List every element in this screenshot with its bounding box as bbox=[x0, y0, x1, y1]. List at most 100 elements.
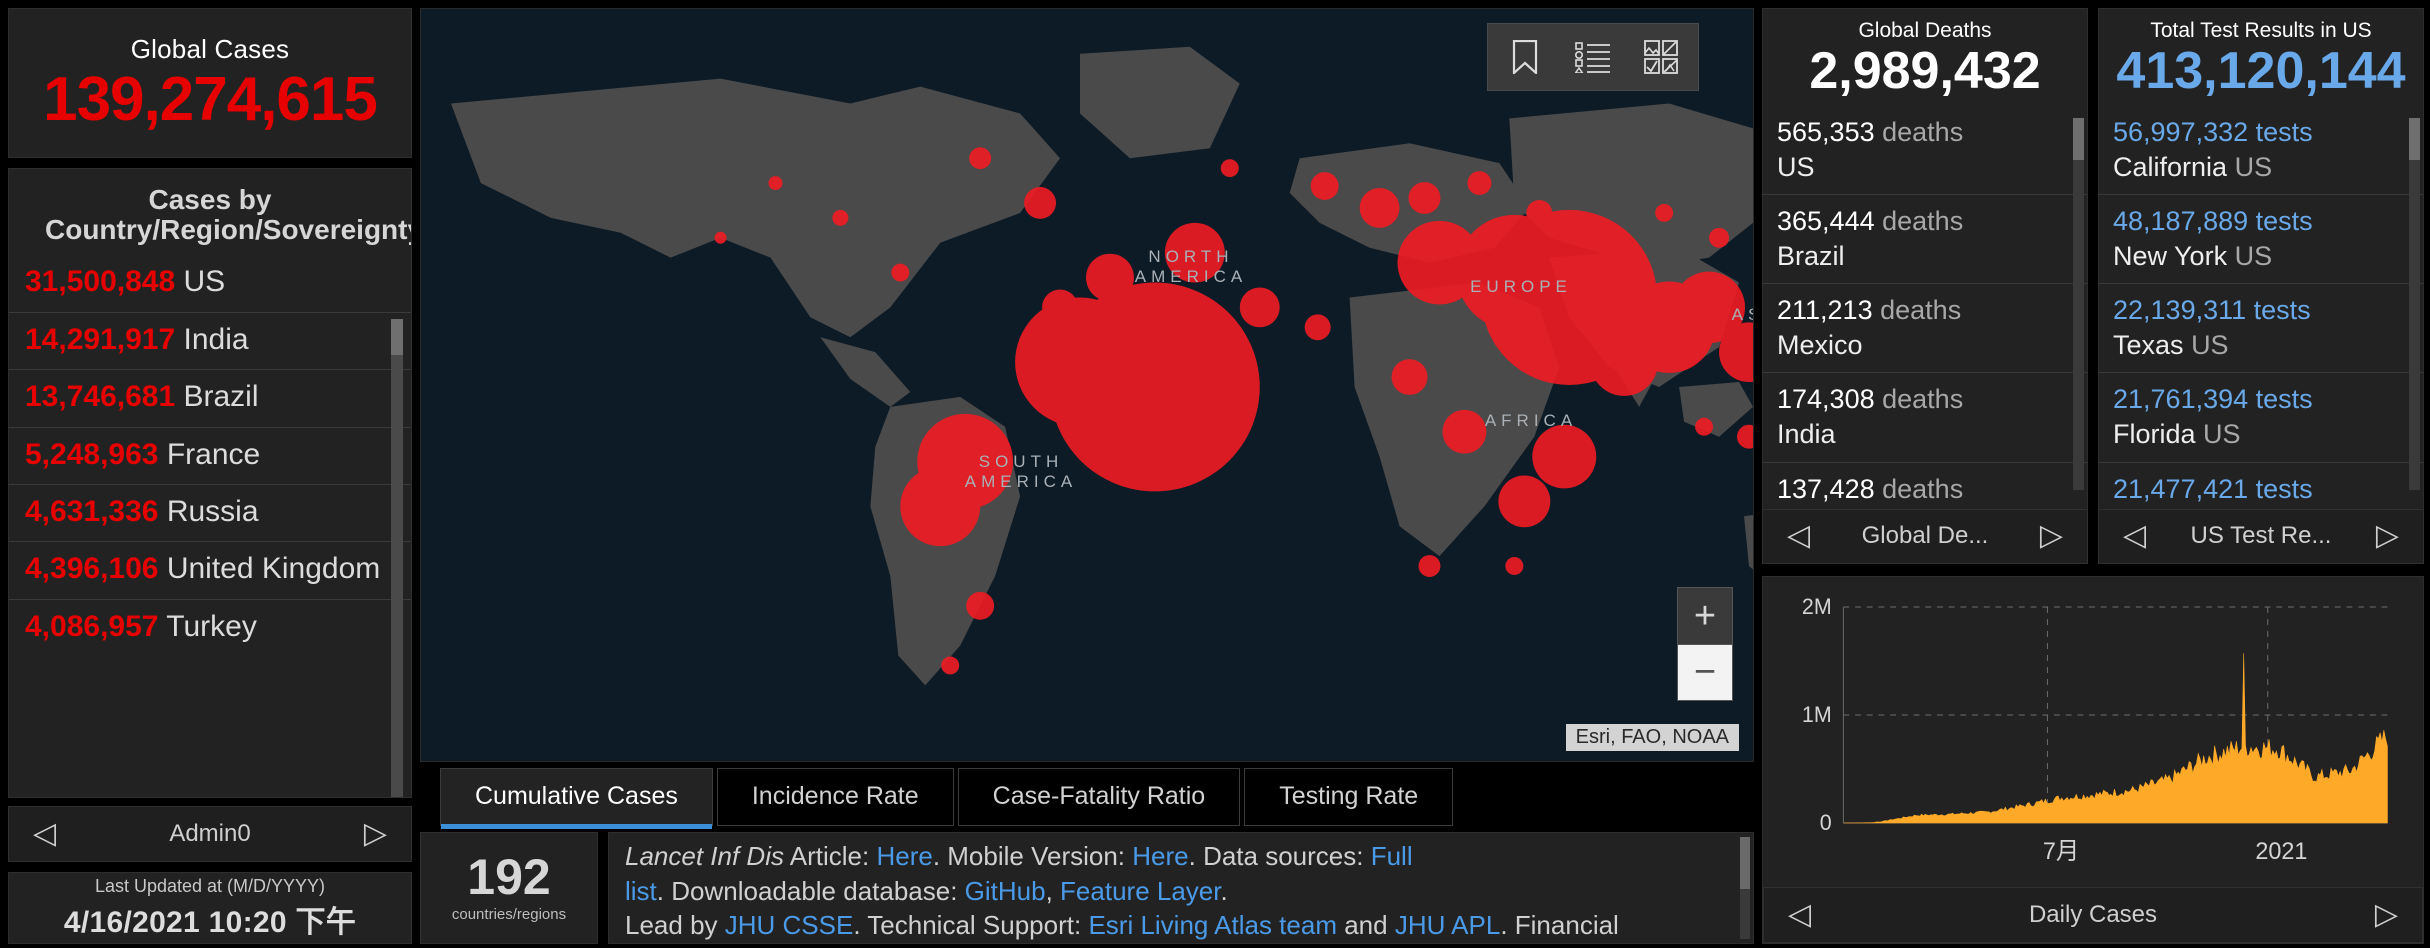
death-count: 565,353 bbox=[1777, 117, 1875, 148]
case-count: 14,291,917 bbox=[25, 322, 176, 356]
list-item[interactable]: 565,353 deaths US bbox=[1763, 106, 2087, 196]
list-item[interactable]: 365,444 deaths Brazil bbox=[1763, 195, 2087, 285]
chevron-right-icon[interactable]: ▷ bbox=[364, 819, 387, 849]
credits-scrollbar[interactable] bbox=[1740, 836, 1750, 939]
us-tests-list[interactable]: 56,997,332 tests California US 48,187,88… bbox=[2099, 106, 2423, 510]
list-item[interactable]: 4,086,957 Turkey bbox=[9, 600, 411, 656]
link-jhu-apl[interactable]: JHU APL bbox=[1395, 910, 1501, 940]
credits-text: , bbox=[1045, 875, 1061, 906]
unit-label: tests bbox=[2255, 117, 2313, 148]
daily-cases-pager: ◁ Daily Cases ▷ bbox=[1763, 887, 2423, 943]
us-tests-column: Total Test Results in US 413,120,144 56,… bbox=[2098, 8, 2424, 564]
bookmarks-button[interactable] bbox=[1498, 30, 1552, 84]
lancet-title: Lancet Inf Dis bbox=[625, 840, 784, 871]
deaths-list-scrollbar[interactable] bbox=[2073, 118, 2084, 490]
svg-text:0: 0 bbox=[1820, 810, 1832, 835]
chevron-right-icon[interactable]: ▷ bbox=[2376, 521, 2399, 551]
list-item[interactable]: 21,477,421 tests bbox=[2099, 463, 2423, 510]
chevron-right-icon[interactable]: ▷ bbox=[2375, 900, 2398, 930]
scrollbar-thumb[interactable] bbox=[2409, 118, 2420, 160]
link-list[interactable]: list bbox=[625, 876, 657, 906]
list-item[interactable]: 211,213 deaths Mexico bbox=[1763, 284, 2087, 374]
unit-label: deaths bbox=[1882, 473, 1964, 504]
test-count: 56,997,332 bbox=[2113, 117, 2249, 148]
link-esri-living-atlas[interactable]: Esri Living Atlas team bbox=[1088, 910, 1337, 940]
tab-case-fatality-ratio[interactable]: Case-Fatality Ratio bbox=[957, 767, 1241, 826]
daily-cases-chart[interactable]: 0 1M 2M 7月 2021 bbox=[1763, 577, 2423, 889]
chevron-right-icon[interactable]: ▷ bbox=[2040, 521, 2063, 551]
tab-cumulative-cases[interactable]: Cumulative Cases bbox=[440, 767, 713, 829]
country-name: Brazil bbox=[183, 380, 259, 414]
list-item[interactable]: 174,308 deaths India bbox=[1763, 373, 2087, 463]
countries-count-label: countries/regions bbox=[451, 906, 567, 924]
credits-line-1: Lancet Inf Dis Article: Here. Mobile Ver… bbox=[625, 839, 1737, 874]
case-count: 5,248,963 bbox=[25, 437, 159, 471]
tab-testing-rate[interactable]: Testing Rate bbox=[1244, 767, 1454, 826]
credits-panel[interactable]: Lancet Inf Dis Article: Here. Mobile Ver… bbox=[608, 831, 1754, 944]
cases-list-scrollbar[interactable] bbox=[391, 319, 403, 797]
list-item[interactable]: 48,187,889 tests New York US bbox=[2099, 195, 2423, 285]
zoom-in-button[interactable]: + bbox=[1678, 587, 1732, 644]
us-tests-panel: Total Test Results in US 413,120,144 56,… bbox=[2098, 8, 2424, 511]
place-country: US bbox=[2191, 329, 2229, 360]
list-item[interactable]: 4,396,106 United Kingdom bbox=[9, 542, 411, 600]
global-cases-value: 139,274,615 bbox=[43, 64, 378, 134]
chevron-left-icon[interactable]: ◁ bbox=[1788, 900, 1811, 930]
right-sidebar: Global Deaths 2,989,432 565,353 deaths U… bbox=[1762, 8, 2424, 944]
credits-text: . Mobile Version: bbox=[932, 840, 1133, 871]
link-lancet-here[interactable]: Here bbox=[876, 841, 932, 871]
zoom-out-button[interactable]: − bbox=[1678, 643, 1732, 700]
us-tests-title: Total Test Results in US bbox=[2150, 19, 2372, 42]
link-jhu-csse[interactable]: JHU CSSE bbox=[725, 910, 854, 940]
list-item[interactable]: 14,291,917 India bbox=[9, 313, 411, 371]
unit-label: deaths bbox=[1882, 117, 1964, 148]
scrollbar-thumb[interactable] bbox=[391, 319, 403, 355]
link-github[interactable]: GitHub bbox=[965, 876, 1046, 906]
link-feature-layer[interactable]: Feature Layer bbox=[1060, 876, 1220, 906]
list-item[interactable]: 22,139,311 tests Texas US bbox=[2099, 284, 2423, 374]
global-cases-panel: Global Cases 139,274,615 bbox=[8, 8, 412, 158]
credits-text: . Technical Support: bbox=[853, 910, 1089, 941]
list-item[interactable]: 21,761,394 tests Florida US bbox=[2099, 373, 2423, 463]
map-container[interactable]: NORTH AMERICA SOUTH AMERICA EUROPE AFRIC… bbox=[420, 8, 1754, 762]
place-country: US bbox=[2234, 240, 2273, 271]
credits-text: . bbox=[1220, 875, 1228, 906]
global-deaths-list[interactable]: 565,353 deaths US 365,444 deaths Brazil … bbox=[1763, 106, 2087, 510]
country-name: United Kingdom bbox=[166, 552, 381, 586]
scrollbar-thumb[interactable] bbox=[2073, 118, 2084, 160]
unit-label: deaths bbox=[1882, 384, 1964, 415]
pager-label: US Test Re... bbox=[2190, 522, 2332, 550]
basemap-gallery-button[interactable] bbox=[1634, 30, 1688, 84]
last-updated-label: Last Updated at (M/D/YYYY) bbox=[94, 875, 326, 896]
cases-by-list[interactable]: 31,500,848 US 14,291,917 India 13,746,68… bbox=[9, 255, 411, 797]
global-deaths-value: 2,989,432 bbox=[1809, 42, 2041, 100]
credits-text: . Downloadable database: bbox=[656, 875, 965, 906]
tests-list-scrollbar[interactable] bbox=[2409, 118, 2420, 490]
list-item[interactable]: 4,631,336 Russia bbox=[9, 485, 411, 543]
list-item[interactable]: 13,746,681 Brazil bbox=[9, 370, 411, 428]
list-item[interactable]: 137,428 deaths bbox=[1763, 463, 2087, 510]
credits-text: . Data sources: bbox=[1188, 840, 1371, 871]
link-full-list[interactable]: Full bbox=[1371, 841, 1413, 871]
link-mobile-here[interactable]: Here bbox=[1132, 841, 1188, 871]
chevron-left-icon[interactable]: ◁ bbox=[1787, 521, 1810, 551]
unit-label: tests bbox=[2255, 473, 2313, 504]
daily-cases-chart-panel: 0 1M 2M 7月 2021 ◁ Daily Cases ▷ bbox=[1762, 576, 2424, 944]
chevron-left-icon[interactable]: ◁ bbox=[2123, 521, 2146, 551]
place-name: Brazil bbox=[1777, 240, 1845, 271]
list-item[interactable]: 31,500,848 US bbox=[9, 255, 411, 313]
country-name: Turkey bbox=[166, 609, 257, 643]
chevron-left-icon[interactable]: ◁ bbox=[33, 819, 56, 849]
list-item[interactable]: 5,248,963 France bbox=[9, 428, 411, 486]
tab-incidence-rate[interactable]: Incidence Rate bbox=[716, 767, 954, 826]
case-count: 31,500,848 bbox=[25, 265, 176, 299]
credits-text: Article: bbox=[783, 840, 877, 871]
world-map[interactable] bbox=[421, 9, 1753, 761]
scrollbar-thumb[interactable] bbox=[1740, 836, 1750, 889]
legend-button[interactable] bbox=[1566, 30, 1620, 84]
svg-text:2021: 2021 bbox=[2255, 839, 2307, 865]
list-item[interactable]: 56,997,332 tests California US bbox=[2099, 106, 2423, 196]
map-zoom-controls: + − bbox=[1677, 586, 1733, 701]
global-deaths-column: Global Deaths 2,989,432 565,353 deaths U… bbox=[1762, 8, 2088, 564]
cases-by-pager: ◁ Admin0 ▷ bbox=[8, 806, 412, 862]
